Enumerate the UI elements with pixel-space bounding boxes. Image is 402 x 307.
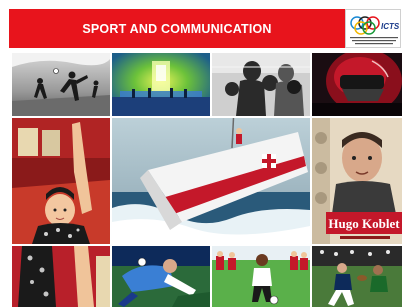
- photo-grid: Hugo Koblet: [9, 50, 402, 307]
- photo-stage-event: [112, 53, 210, 116]
- poster-text: Hugo Koblet: [328, 216, 400, 231]
- photo-gymnast-bottom: [12, 246, 110, 307]
- photo-helmet-closeup: [312, 53, 402, 116]
- photo-gymnast-girl: [12, 118, 110, 244]
- photo-soccer-boy: [212, 246, 310, 307]
- ficts-logo-icon: ICTS: [346, 10, 400, 47]
- photo-football-diving: [112, 246, 210, 307]
- header-banner: SPORT AND COMMUNICATION: [9, 9, 345, 48]
- photo-rugby: [312, 246, 402, 307]
- photo-boxing-bw: [212, 53, 310, 116]
- photo-hugo-koblet-poster: Hugo Koblet: [312, 118, 402, 244]
- photo-football-bw: [12, 53, 110, 116]
- photo-sailing-yacht: [112, 118, 310, 244]
- svg-text:ICTS: ICTS: [381, 22, 400, 31]
- banner-title: SPORT AND COMMUNICATION: [82, 21, 272, 36]
- ficts-logo: ICTS: [345, 9, 401, 48]
